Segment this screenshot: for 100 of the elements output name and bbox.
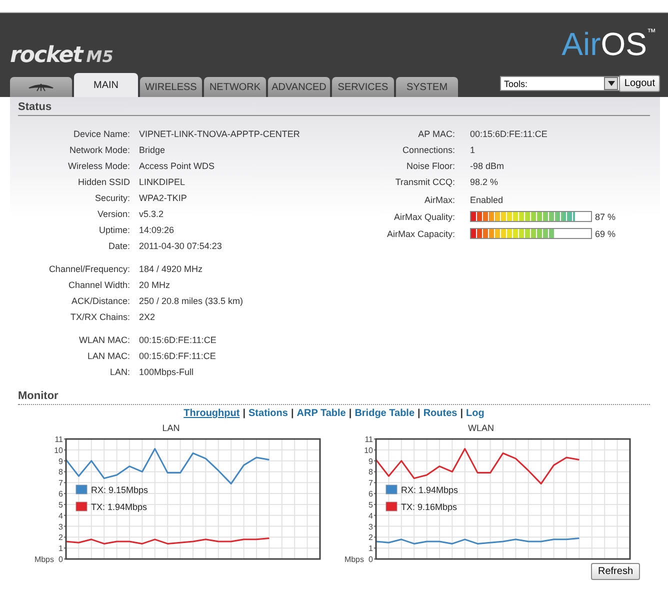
- axis-tick-label: 6: [368, 490, 373, 499]
- meter-reading: 87 %: [595, 210, 616, 224]
- field-value: 98.2 %: [470, 176, 500, 189]
- monitor-link[interactable]: Log: [466, 408, 484, 419]
- link-separator: |: [460, 408, 464, 419]
- caret-icon: [608, 81, 614, 86]
- axis-tick-label: 2: [58, 533, 63, 542]
- axis-tick-label: 10: [54, 446, 63, 455]
- field-label: WLAN MAC:: [78, 334, 130, 347]
- field-label: Security:: [94, 192, 130, 205]
- legend-swatch: [386, 484, 398, 494]
- legend-label: RX: 1.94Mbps: [401, 485, 458, 495]
- field-value: VIPNET-LINK-TNOVA-APPTP-CENTER: [139, 128, 301, 141]
- field-label: Transmit CCQ:: [394, 176, 455, 189]
- logo-tab[interactable]: [10, 77, 72, 97]
- field-label: AirMax Quality:: [392, 210, 455, 224]
- field-value: 100Mbps-Full: [139, 366, 195, 379]
- os-logo-text: Air: [562, 27, 601, 61]
- legend-swatch: [76, 502, 88, 512]
- field-label: Noise Floor:: [405, 160, 455, 173]
- axis-tick-label: 8: [58, 468, 63, 477]
- field-value: 20 MHz: [139, 279, 172, 292]
- monitor-link[interactable]: Routes: [423, 408, 458, 419]
- link-separator: |: [290, 408, 294, 419]
- axis-tick-label: 2: [368, 533, 373, 542]
- field-value: -98 dBm: [470, 160, 506, 173]
- field-label: AirMax:: [423, 194, 455, 207]
- legend-label: TX: 9.16Mbps: [401, 502, 458, 512]
- nav-tab[interactable]: MAIN: [74, 73, 138, 97]
- field-label: Device Name:: [72, 128, 130, 141]
- monitor-link[interactable]: Bridge Table: [354, 408, 415, 419]
- field-label: TX/RX Chains:: [69, 311, 130, 324]
- field-label: ACK/Distance:: [70, 295, 130, 308]
- field-value: 00:15:6D:FF:11:CE: [139, 350, 217, 363]
- chart-title: WLAN: [468, 423, 494, 433]
- field-label: Hidden SSID: [76, 176, 130, 189]
- monitor-link[interactable]: Stations: [248, 408, 288, 419]
- field-label: LAN:: [108, 366, 130, 379]
- field-label: LAN MAC:: [86, 350, 130, 363]
- section-title: Status: [18, 101, 650, 116]
- field-label: Wireless Mode:: [66, 160, 130, 173]
- monitor-link[interactable]: ARP Table: [296, 408, 346, 419]
- axis-tick-label: 4: [368, 511, 373, 520]
- antenna-logo-icon: [28, 82, 54, 92]
- field-value: 00:15:6D:FE:11:CE: [470, 128, 548, 141]
- axis-tick-label: 6: [58, 490, 63, 499]
- meter-reading: 69 %: [595, 228, 616, 240]
- field-label: Connections:: [401, 144, 455, 157]
- link-separator: |: [348, 408, 352, 419]
- field-label: Version:: [96, 208, 130, 221]
- field-label: Channel Width:: [67, 279, 130, 292]
- nav-tab[interactable]: ADVANCED: [268, 77, 330, 97]
- axis-tick-label: 8: [368, 468, 373, 477]
- legend-swatch: [76, 484, 88, 494]
- axis-tick-label: 5: [58, 500, 63, 510]
- logout-button[interactable]: Logout: [619, 75, 660, 92]
- field-value: 2X2: [139, 311, 156, 324]
- axis-tick-label: 7: [58, 478, 63, 488]
- section-title: Monitor: [18, 390, 650, 405]
- axis-tick-label: 11: [364, 435, 373, 444]
- axis-title: Mbps: [34, 555, 54, 564]
- field-value: 2011-04-30 07:54:23: [139, 240, 223, 253]
- field-value: 250 / 20.8 miles (33.5 km): [139, 295, 244, 308]
- axis-tick-label: 5: [368, 500, 373, 510]
- axis-tick-label: 4: [58, 511, 63, 520]
- chart-title: LAN: [162, 423, 180, 433]
- nav-tab[interactable]: SERVICES: [332, 77, 394, 97]
- tools-dropdown[interactable]: Tools:: [500, 76, 620, 91]
- axis-tick-label: 10: [364, 446, 373, 455]
- field-label: Uptime:: [98, 224, 130, 237]
- axis-tick-label: 0: [368, 555, 373, 564]
- field-value: v5.3.2: [139, 208, 165, 221]
- field-value: 184 / 4920 MHz: [139, 263, 204, 276]
- field-label: Channel/Frequency:: [48, 263, 130, 276]
- axis-tick-label: 9: [58, 456, 63, 466]
- field-value: LINKDIPEL: [139, 176, 186, 189]
- refresh-button[interactable]: Refresh: [590, 563, 640, 580]
- axis-tick-label: 1: [58, 544, 63, 554]
- legend-label: RX: 9.15Mbps: [91, 485, 148, 495]
- axis-tick-label: 1: [368, 544, 373, 554]
- axis-tick-label: 0: [58, 555, 63, 564]
- nav-tab[interactable]: NETWORK: [204, 77, 266, 97]
- field-value: Bridge: [139, 144, 166, 157]
- field-value: WPA2-TKIP: [139, 192, 188, 205]
- trademark-mark: ™: [647, 27, 656, 37]
- axis-tick-label: 11: [54, 435, 63, 444]
- field-value: Enabled: [470, 194, 504, 207]
- axis-title: Mbps: [344, 555, 364, 564]
- field-label: Network Mode:: [68, 144, 130, 157]
- axis-tick-label: 3: [58, 522, 63, 532]
- field-label: AirMax Capacity:: [386, 228, 455, 241]
- legend-label: TX: 1.94Mbps: [91, 502, 148, 512]
- link-separator: |: [242, 408, 246, 419]
- nav-tab[interactable]: SYSTEM: [396, 77, 458, 97]
- os-logo-text: OS: [600, 27, 647, 61]
- monitor-link[interactable]: Throughput: [184, 408, 240, 419]
- nav-tab[interactable]: WIRELESS: [140, 77, 202, 97]
- field-value: 14:09:26: [139, 224, 176, 237]
- axis-tick-label: 3: [368, 522, 373, 532]
- product-logo-text: rocket: [10, 43, 82, 68]
